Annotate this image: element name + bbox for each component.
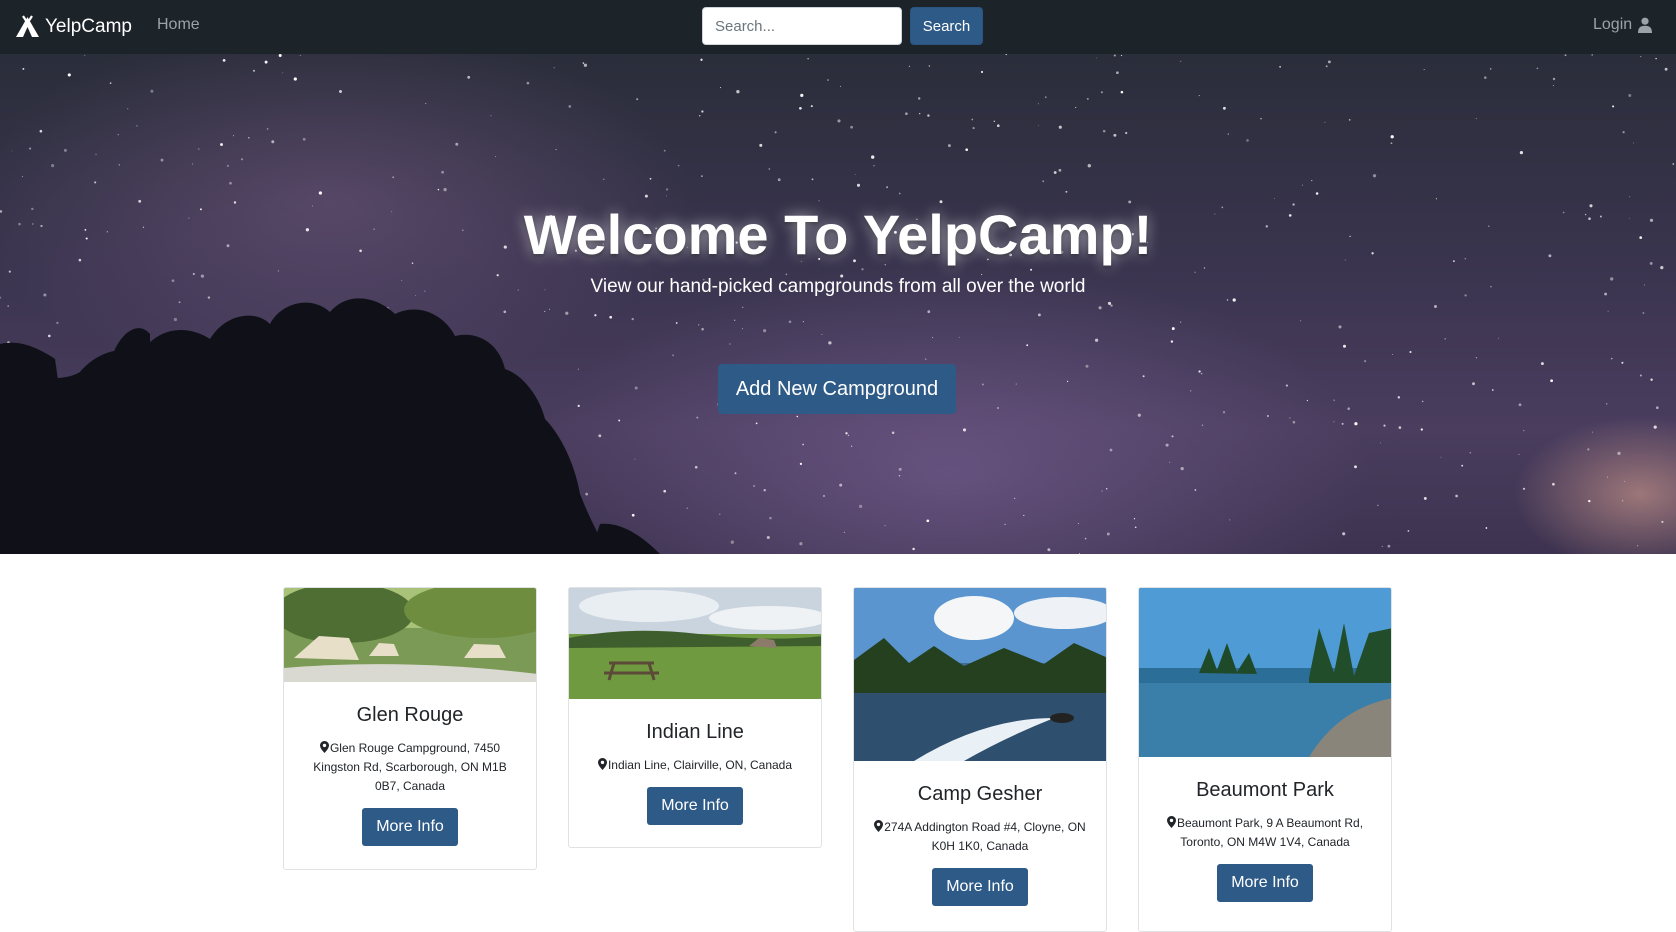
add-new-campground-button[interactable]: Add New Campground	[718, 364, 956, 414]
more-info-button[interactable]: More Info	[1217, 864, 1313, 902]
login-link[interactable]: Login	[1593, 16, 1653, 34]
campground-location: Indian Line, Clairville, ON, Canada	[569, 756, 821, 775]
campground-location-text: Indian Line, Clairville, ON, Canada	[607, 758, 793, 772]
navbar: YelpCamp Home Search Login	[0, 0, 1676, 54]
map-marker-icon	[874, 820, 884, 832]
campground-photo	[284, 588, 536, 682]
more-info-button[interactable]: More Info	[932, 868, 1028, 906]
user-icon	[1638, 17, 1653, 33]
campground-location-text: Beaumont Park, 9 A Beaumont Rd, Toronto,…	[1176, 816, 1364, 849]
brand-link[interactable]: YelpCamp	[14, 13, 132, 41]
hero-title: Welcome To YelpCamp!	[523, 203, 1153, 266]
campground-icon	[16, 15, 39, 37]
campground-card: Beaumont Park Beaumont Park, 9 A Beaumon…	[1138, 587, 1392, 932]
campground-name: Glen Rouge	[356, 704, 464, 726]
campground-location: Beaumont Park, 9 A Beaumont Rd, Toronto,…	[1139, 814, 1391, 852]
campground-photo	[569, 588, 821, 699]
hero-subtitle: View our hand-picked campgrounds from al…	[590, 276, 1086, 297]
brand-name: YelpCamp	[45, 16, 132, 37]
campground-name: Beaumont Park	[1196, 779, 1334, 801]
campground-card: Indian Line Indian Line, Clairville, ON,…	[568, 587, 822, 848]
campground-name: Indian Line	[646, 721, 744, 743]
nav-home-link[interactable]: Home	[157, 16, 200, 34]
campground-location-text: 274A Addington Road #4, Cloyne, ON K0H 1…	[884, 820, 1086, 853]
more-info-button[interactable]: More Info	[362, 808, 458, 846]
more-info-button[interactable]: More Info	[647, 787, 743, 825]
map-marker-icon	[319, 741, 329, 753]
tree-silhouette	[0, 298, 660, 554]
map-marker-icon	[597, 758, 607, 770]
campground-card: Camp Gesher 274A Addington Road #4, Cloy…	[853, 587, 1107, 932]
campground-card: Glen Rouge Glen Rouge Campground, 7450 K…	[283, 587, 537, 870]
campground-location: Glen Rouge Campground, 7450 Kingston Rd,…	[284, 739, 536, 796]
campground-photo	[1139, 588, 1391, 757]
campground-name: Camp Gesher	[917, 783, 1043, 805]
hero-banner: Welcome To YelpCamp! View our hand-picke…	[0, 54, 1676, 554]
campground-photo	[854, 588, 1106, 761]
map-marker-icon	[1166, 816, 1176, 828]
search-input[interactable]	[702, 7, 902, 45]
campground-location-text: Glen Rouge Campground, 7450 Kingston Rd,…	[313, 741, 507, 793]
campground-location: 274A Addington Road #4, Cloyne, ON K0H 1…	[854, 818, 1106, 856]
login-label: Login	[1593, 16, 1633, 33]
search-button[interactable]: Search	[910, 7, 983, 45]
